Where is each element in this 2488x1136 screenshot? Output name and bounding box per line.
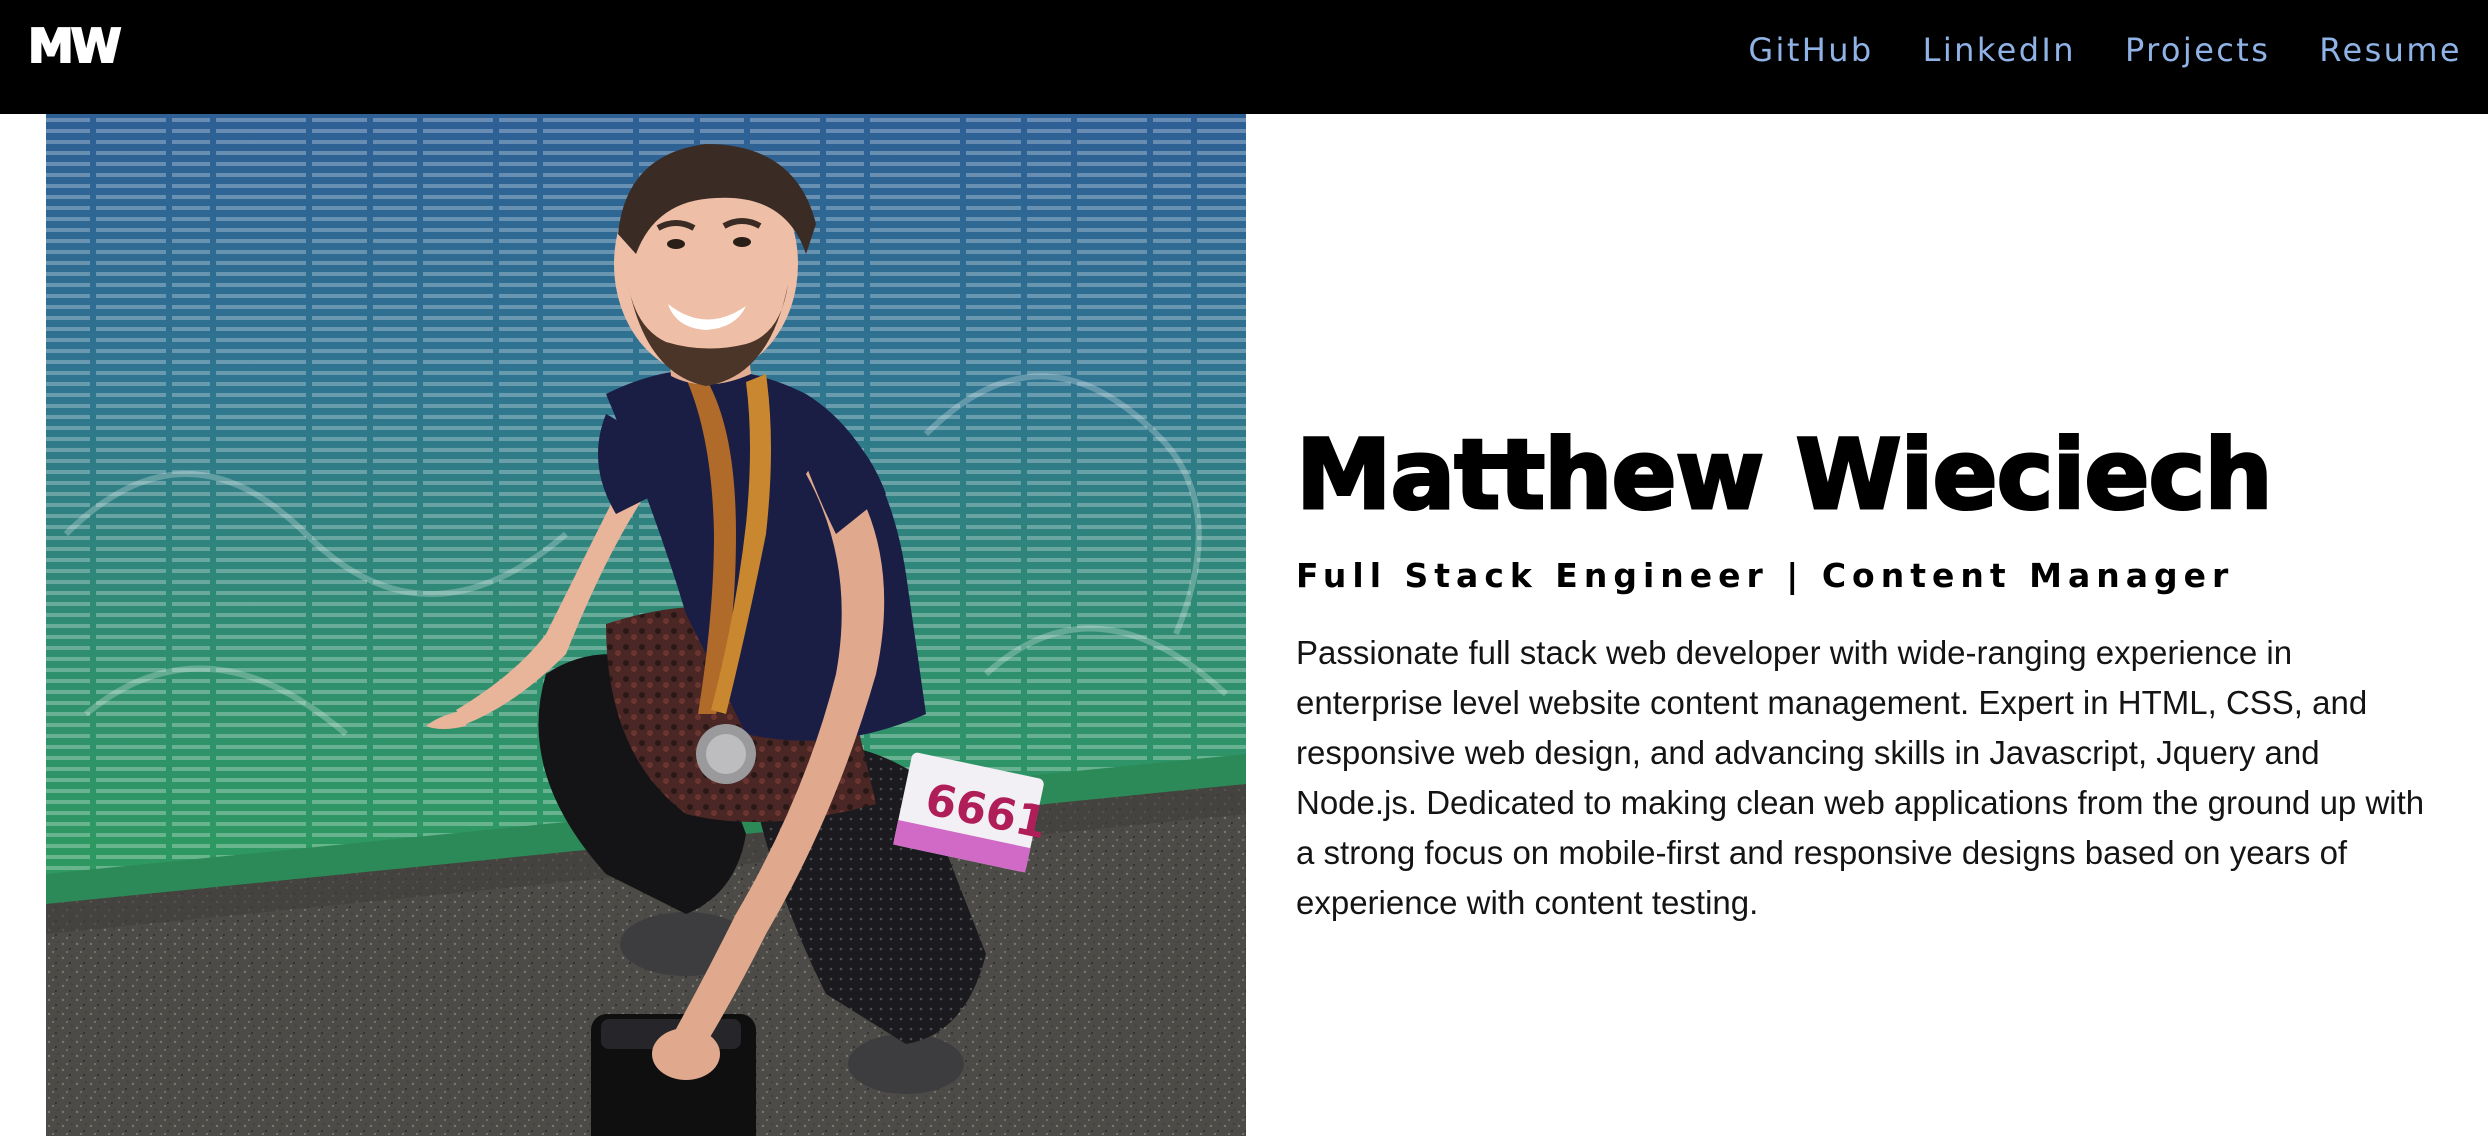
nav-link-linkedin[interactable]: LinkedIn (1923, 27, 2076, 73)
nav-link-projects[interactable]: Projects (2125, 27, 2270, 73)
job-subtitle: Full Stack Engineer | Content Manager (1296, 556, 2235, 595)
profile-photo: 6661 (46, 114, 1246, 1136)
page-title: Matthew Wieciech (1295, 419, 2275, 532)
main-nav: GitHub LinkedIn Projects Resume (1748, 27, 2462, 73)
nav-link-github[interactable]: GitHub (1748, 27, 1873, 73)
logo-link[interactable]: MW (27, 21, 122, 71)
intro-section: Matthew Wieciech Full Stack Engineer | C… (1295, 419, 2426, 928)
site-header: MW GitHub LinkedIn Projects Resume (0, 0, 2488, 114)
bio-paragraph: Passionate full stack web developer with… (1296, 634, 2425, 921)
nav-link-resume[interactable]: Resume (2319, 27, 2462, 73)
